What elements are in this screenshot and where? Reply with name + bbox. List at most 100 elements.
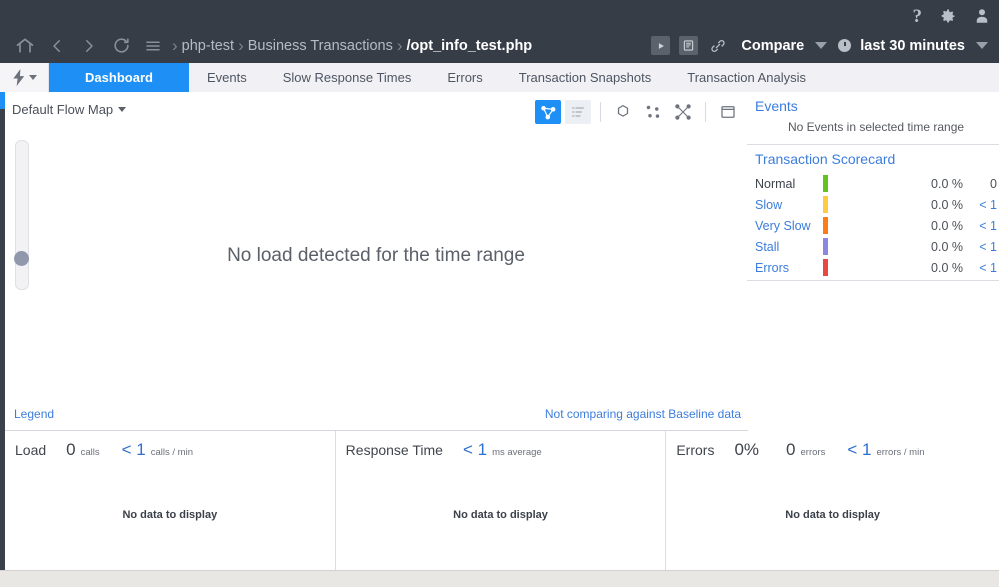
tab-dashboard[interactable]: Dashboard: [49, 63, 189, 92]
flow-map-zoom-slider[interactable]: [15, 140, 29, 290]
scorecard-percent: 0.0 %: [931, 239, 963, 254]
nav-icon-group: [0, 31, 168, 61]
menu-icon[interactable]: [138, 31, 168, 61]
scorecard-count: 0: [990, 176, 997, 191]
scorecard-label[interactable]: Slow: [755, 198, 823, 212]
metric-value-ms-average: < 1: [462, 440, 488, 459]
scorecard-color-bar-errors: [823, 259, 828, 276]
play-button-icon[interactable]: [651, 36, 671, 55]
time-range-button[interactable]: last 30 minutes: [860, 38, 965, 54]
scorecard-row-slow: Slow 0.0 % < 1: [747, 194, 999, 215]
link-chain-icon[interactable]: [707, 36, 729, 56]
breadcrumb-separator: ›: [238, 35, 244, 55]
list-view-icon[interactable]: [565, 100, 591, 124]
scorecard-color-bar-slow: [823, 196, 828, 213]
breadcrumb-separator: ›: [172, 35, 178, 55]
chevron-down-icon: [118, 107, 127, 112]
scorecard-row-errors: Errors 0.0 % < 1: [747, 257, 999, 278]
events-empty-message: No Events in selected time range: [787, 120, 965, 134]
scorecard-percent: 0.0 %: [931, 197, 963, 212]
metric-unit-errors-per-min: errors / min: [876, 447, 925, 458]
metric-empty-message: No data to display: [453, 509, 548, 521]
toolbar-divider: [600, 102, 601, 122]
tab-transaction-analysis[interactable]: Transaction Analysis: [669, 63, 824, 92]
actions-bolt-menu[interactable]: [0, 63, 49, 92]
scorecard-row-very-slow: Very Slow 0.0 % < 1: [747, 215, 999, 236]
refresh-icon[interactable]: [106, 31, 136, 61]
bottom-scroll-strip[interactable]: [0, 570, 999, 587]
breadcrumb-separator: ›: [396, 35, 403, 55]
scorecard-count[interactable]: < 1: [963, 219, 999, 233]
flow-map-selector[interactable]: Default Flow Map: [12, 102, 127, 117]
scorecard-label[interactable]: Very Slow: [755, 219, 823, 233]
metrics-row: Load 0 calls < 1 calls / min No data to …: [5, 431, 999, 570]
scorecard-section-title[interactable]: Transaction Scorecard: [747, 145, 999, 169]
metric-unit-errors: errors: [800, 447, 826, 458]
metric-header: Errors 0% 0 errors < 1 errors / min: [666, 431, 999, 460]
user-account-icon[interactable]: [973, 7, 991, 25]
metric-title: Response Time: [345, 442, 443, 458]
scorecard-label[interactable]: Stall: [755, 240, 823, 254]
report-list-icon[interactable]: [679, 36, 699, 55]
scorecard-color-bar-normal: [823, 175, 828, 192]
toolbar-divider: [705, 102, 706, 122]
tab-errors[interactable]: Errors: [429, 63, 500, 92]
header-action-group: Compare last 30 minutes: [651, 36, 999, 56]
metric-title: Errors: [676, 442, 715, 458]
clock-icon: [838, 39, 852, 52]
sidebar-divider: [747, 280, 999, 281]
forward-arrow-icon[interactable]: [74, 31, 104, 61]
metric-header: Load 0 calls < 1 calls / min: [5, 431, 335, 460]
help-icon[interactable]: ?: [913, 7, 923, 26]
metric-value-error-percent: 0%: [734, 440, 760, 459]
scatter-layout-icon[interactable]: [640, 100, 666, 124]
metric-panel-errors: Errors 0% 0 errors < 1 errors / min No d…: [666, 431, 999, 570]
tab-bar: Dashboard Events Slow Response Times Err…: [0, 63, 999, 93]
scorecard-label: Normal: [755, 176, 796, 191]
tab-events[interactable]: Events: [189, 63, 265, 92]
scorecard-count[interactable]: < 1: [963, 240, 999, 254]
home-icon[interactable]: [10, 31, 40, 61]
metric-empty-message: No data to display: [785, 509, 881, 521]
breadcrumb-item-app[interactable]: php-test: [182, 38, 234, 54]
events-section-title[interactable]: Events: [747, 92, 999, 116]
circle-layout-icon[interactable]: [610, 100, 636, 124]
settings-gear-icon[interactable]: [938, 7, 957, 26]
time-range-chevron-down-icon[interactable]: [976, 42, 988, 49]
legend-link[interactable]: Legend: [14, 407, 54, 421]
compare-button[interactable]: Compare: [741, 38, 804, 54]
metric-panel-response-time: Response Time < 1 ms average No data to …: [336, 431, 667, 570]
scorecard-count[interactable]: < 1: [963, 198, 999, 212]
baseline-comparison-link[interactable]: Not comparing against Baseline data: [545, 407, 741, 421]
transaction-scorecard: Normal 0.0 % 0 Slow 0.0 % < 1 Very Slow …: [747, 169, 999, 278]
scorecard-count[interactable]: < 1: [963, 261, 999, 275]
breadcrumb-nav-row: › php-test › Business Transactions › /op…: [0, 28, 999, 63]
back-arrow-icon[interactable]: [42, 31, 72, 61]
fullscreen-icon[interactable]: [715, 100, 741, 124]
tab-slow-response-times[interactable]: Slow Response Times: [265, 63, 430, 92]
metric-header: Response Time < 1 ms average: [336, 431, 666, 460]
metric-unit-ms-average: ms average: [492, 447, 542, 458]
right-sidebar: Events No Events in selected time range …: [747, 92, 999, 430]
help-glyph: ?: [912, 5, 923, 27]
metric-value-errors-per-min: < 1: [847, 440, 872, 459]
compare-chevron-down-icon[interactable]: [815, 42, 828, 49]
metric-empty-message: No data to display: [122, 509, 218, 521]
scorecard-color-bar-stall: [823, 238, 828, 255]
flow-map-selector-label: Default Flow Map: [12, 102, 114, 117]
header-utility-icons: ?: [913, 2, 992, 30]
metric-unit-calls-per-min: calls / min: [150, 447, 193, 458]
chevron-down-icon: [28, 75, 37, 80]
scorecard-label[interactable]: Errors: [755, 261, 823, 275]
flow-map-view-icon[interactable]: [535, 100, 561, 124]
scorecard-percent: 0.0 %: [931, 176, 963, 191]
flow-map-toolbar: [535, 100, 741, 124]
scorecard-percent: 0.0 %: [931, 218, 963, 233]
collapse-layout-icon[interactable]: [670, 100, 696, 124]
metric-value-calls: 0: [66, 440, 76, 459]
tab-transaction-snapshots[interactable]: Transaction Snapshots: [501, 63, 669, 92]
metric-panel-load: Load 0 calls < 1 calls / min No data to …: [5, 431, 336, 570]
scorecard-row-normal: Normal 0.0 % 0: [747, 173, 999, 194]
metric-title: Load: [15, 442, 47, 458]
breadcrumb-item-business-transactions[interactable]: Business Transactions: [248, 38, 393, 54]
